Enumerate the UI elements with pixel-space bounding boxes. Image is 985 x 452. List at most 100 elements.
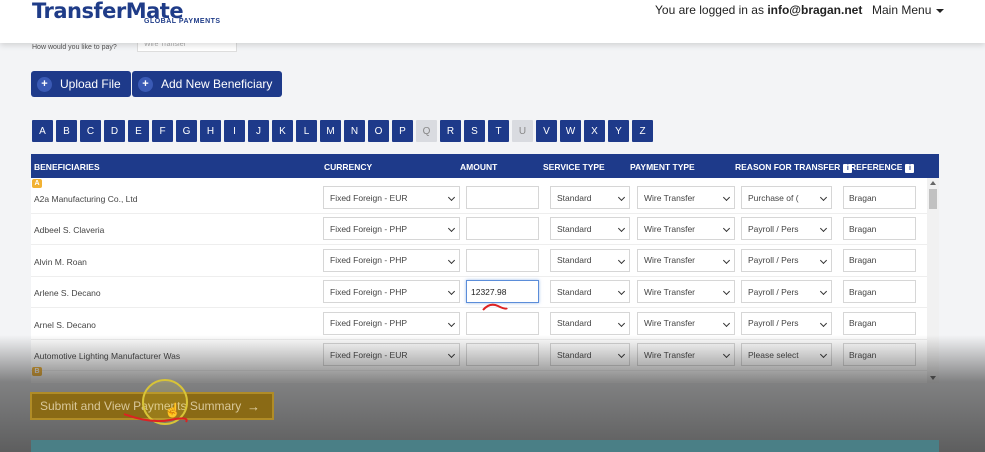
letter-l-button[interactable]: L xyxy=(296,120,317,142)
scroll-thumb[interactable] xyxy=(929,189,937,209)
reason-select[interactable]: Payroll / Pers xyxy=(741,217,832,241)
letter-j-button[interactable]: J xyxy=(248,120,269,142)
chevron-down-icon xyxy=(722,319,731,327)
reason-select[interactable]: Please select xyxy=(741,343,832,366)
chevron-down-icon xyxy=(819,319,828,327)
beneficiary-name: Adbeel S. Claveria xyxy=(34,225,105,236)
header-beneficiaries: BENEFICIARIES xyxy=(34,162,100,172)
submit-label: Submit and View Payments Summary xyxy=(40,399,242,413)
service-type-select[interactable]: Standard xyxy=(550,186,630,209)
letter-s-button[interactable]: S xyxy=(464,120,485,142)
payment-type-select[interactable]: Wire Transfer xyxy=(637,311,735,335)
reason-select[interactable]: Purchase of ( xyxy=(741,186,832,209)
amount-input[interactable] xyxy=(466,217,539,241)
service-type-select[interactable]: Standard xyxy=(550,248,630,272)
currency-select[interactable]: Fixed Foreign - PHP xyxy=(323,311,460,335)
payment-type-select[interactable]: Wire Transfer xyxy=(637,248,735,272)
amount-input[interactable] xyxy=(466,343,539,366)
letter-v-button[interactable]: V xyxy=(536,120,557,142)
reason-value: Payroll / Pers xyxy=(748,286,799,297)
reason-value: Payroll / Pers xyxy=(748,255,799,266)
reason-select[interactable]: Payroll / Pers xyxy=(741,280,832,304)
service-type-select[interactable]: Standard xyxy=(550,280,630,304)
letter-g-button[interactable]: G xyxy=(176,120,197,142)
letter-y-button[interactable]: Y xyxy=(608,120,629,142)
letter-e-button[interactable]: E xyxy=(128,120,149,142)
payment-method-label: How would you like to pay? xyxy=(32,44,117,51)
service-type-select[interactable]: Standard xyxy=(550,311,630,335)
letter-h-button[interactable]: H xyxy=(200,120,221,142)
info-icon[interactable]: i xyxy=(905,164,915,173)
upload-file-button[interactable]: + Upload File xyxy=(31,71,131,97)
service-type-value: Standard xyxy=(557,318,592,329)
currency-select[interactable]: Fixed Foreign - EUR xyxy=(323,186,460,209)
letter-n-button[interactable]: N xyxy=(344,120,365,142)
service-type-value: Standard xyxy=(557,223,592,234)
letter-a-button[interactable]: A xyxy=(32,120,53,142)
reference-input[interactable]: Bragan xyxy=(843,217,916,241)
letter-i-button[interactable]: I xyxy=(224,120,245,142)
payment-type-value: Wire Transfer xyxy=(644,255,696,266)
beneficiary-name: Arlene S. Decano xyxy=(34,288,101,299)
beneficiary-name: A2a Manufacturing Co., Ltd xyxy=(34,194,138,204)
payment-type-select[interactable]: Wire Transfer xyxy=(637,343,735,366)
letter-k-button[interactable]: K xyxy=(272,120,293,142)
amount-input[interactable]: 12327.98 xyxy=(466,280,539,304)
chevron-down-icon xyxy=(447,193,456,202)
chevron-down-icon xyxy=(722,193,731,202)
payment-type-value: Wire Transfer xyxy=(644,349,696,360)
payment-type-select[interactable]: Wire Transfer xyxy=(637,280,735,304)
amount-input[interactable] xyxy=(466,248,539,272)
currency-value: Fixed Foreign - EUR xyxy=(330,192,408,203)
reference-value: Bragan xyxy=(849,286,877,297)
letter-c-button[interactable]: C xyxy=(80,120,101,142)
reason-select[interactable]: Payroll / Pers xyxy=(741,248,832,272)
main-menu-dropdown[interactable]: Main Menu xyxy=(872,3,945,17)
amount-input[interactable] xyxy=(466,186,539,209)
letter-x-button[interactable]: X xyxy=(584,120,605,142)
letter-r-button[interactable]: R xyxy=(440,120,461,142)
scroll-down-icon[interactable] xyxy=(930,376,936,380)
currency-select[interactable]: Fixed Foreign - PHP xyxy=(323,280,460,304)
scroll-up-icon[interactable] xyxy=(930,181,936,185)
reference-input[interactable]: Bragan xyxy=(843,248,916,272)
service-type-select[interactable]: Standard xyxy=(550,343,630,366)
payment-type-value: Wire Transfer xyxy=(644,286,696,297)
letter-m-button[interactable]: M xyxy=(320,120,341,142)
letter-u-button: U xyxy=(512,120,533,142)
letter-p-button[interactable]: P xyxy=(392,120,413,142)
reason-value: Payroll / Pers xyxy=(748,223,799,234)
header-reason: REASON FOR TRANSFER i xyxy=(735,162,853,173)
chevron-down-icon xyxy=(617,350,626,359)
login-status: You are logged in as info@bragan.net xyxy=(655,3,862,17)
amount-input[interactable] xyxy=(466,311,539,335)
currency-select[interactable]: Fixed Foreign - PHP xyxy=(323,217,460,241)
hand-cursor-icon: ☝ xyxy=(164,402,182,418)
reference-input[interactable]: Bragan xyxy=(843,186,916,209)
reference-input[interactable]: Bragan xyxy=(843,343,916,366)
table-scrollbar[interactable] xyxy=(927,178,939,383)
service-type-select[interactable]: Standard xyxy=(550,217,630,241)
letter-d-button[interactable]: D xyxy=(104,120,125,142)
add-beneficiary-button[interactable]: + Add New Beneficiary xyxy=(132,71,283,97)
alphabet-filter: ABCDEFGHIJKLMNOPQRSTUVWXYZ xyxy=(32,120,653,142)
payment-type-select[interactable]: Wire Transfer xyxy=(637,217,735,241)
reference-input[interactable]: Bragan xyxy=(843,280,916,304)
letter-t-button[interactable]: T xyxy=(488,120,509,142)
reason-select[interactable]: Payroll / Pers xyxy=(741,311,832,335)
reference-input[interactable]: Bragan xyxy=(843,311,916,335)
chevron-down-icon xyxy=(617,288,626,296)
letter-o-button[interactable]: O xyxy=(368,120,389,142)
plus-icon: + xyxy=(138,76,153,92)
chevron-down-icon xyxy=(722,350,731,359)
logo-subtitle: GLOBAL PAYMENTS xyxy=(144,18,221,25)
payment-type-select[interactable]: Wire Transfer xyxy=(637,186,735,209)
letter-b-button[interactable]: B xyxy=(56,120,77,142)
letter-f-button[interactable]: F xyxy=(152,120,173,142)
transfermate-logo[interactable]: TransferMate GLOBAL PAYMENTS xyxy=(32,0,220,25)
currency-select[interactable]: Fixed Foreign - EUR xyxy=(323,343,460,366)
caret-down-icon xyxy=(936,8,945,13)
letter-w-button[interactable]: W xyxy=(560,120,581,142)
currency-select[interactable]: Fixed Foreign - PHP xyxy=(323,248,460,272)
letter-z-button[interactable]: Z xyxy=(632,120,653,142)
